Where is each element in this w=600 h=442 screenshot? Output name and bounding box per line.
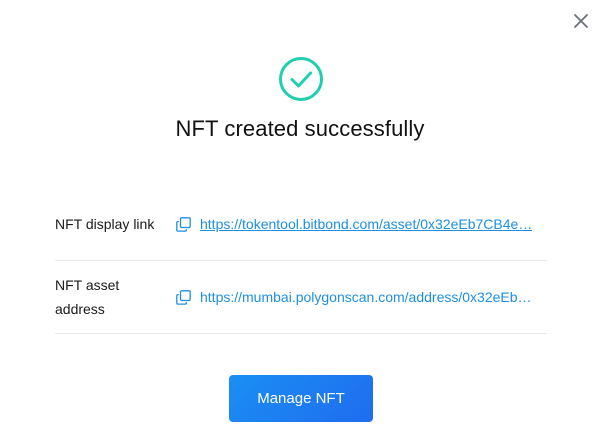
- manage-nft-button[interactable]: Manage NFT: [229, 375, 373, 422]
- nft-details: NFT display link https://tokentool.bitbo…: [55, 188, 547, 334]
- check-circle-icon: [278, 56, 324, 102]
- nft-success-dialog: NFT created successfully NFT display lin…: [0, 0, 600, 442]
- display-link-value: https://tokentool.bitbond.com/asset/0x32…: [163, 216, 537, 232]
- dialog-title: NFT created successfully: [175, 116, 425, 141]
- copy-icon[interactable]: [175, 289, 191, 305]
- close-button[interactable]: [570, 10, 592, 32]
- asset-address-link[interactable]: https://mumbai.polygonscan.com/address/0…: [200, 289, 532, 305]
- display-link-row: NFT display link https://tokentool.bitbo…: [55, 188, 547, 261]
- asset-address-row: NFT asset address https://mumbai.polygon…: [55, 261, 547, 334]
- close-icon: [574, 14, 588, 28]
- display-link[interactable]: https://tokentool.bitbond.com/asset/0x32…: [200, 216, 532, 232]
- copy-icon[interactable]: [175, 216, 191, 232]
- asset-address-value: https://mumbai.polygonscan.com/address/0…: [163, 289, 537, 305]
- display-link-label: NFT display link: [55, 216, 155, 232]
- asset-address-label: NFT asset address: [55, 277, 120, 317]
